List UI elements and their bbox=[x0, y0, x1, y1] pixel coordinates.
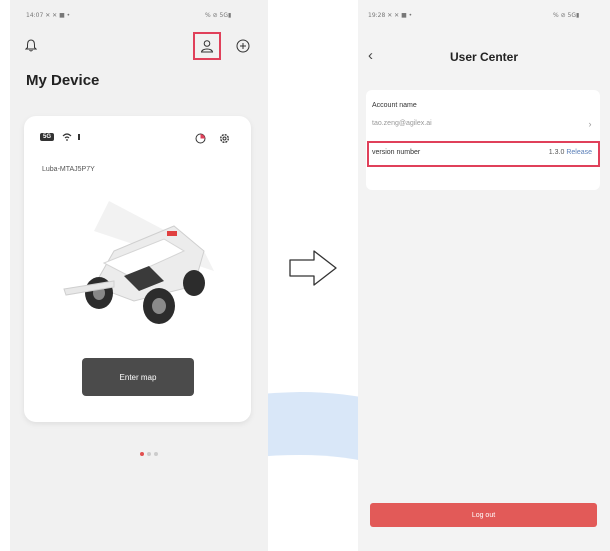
page-title: My Device bbox=[26, 72, 100, 89]
status-bar-right: % ⊘ 5G▮ bbox=[553, 12, 580, 19]
version-row-highlight bbox=[367, 141, 600, 167]
status-bar-right: % ⊘ 5G▮ bbox=[205, 12, 232, 19]
bell-icon[interactable] bbox=[24, 38, 38, 52]
signal-icon bbox=[76, 132, 82, 142]
settings-gear-icon[interactable] bbox=[218, 132, 230, 144]
status-indicator-icon[interactable] bbox=[194, 132, 206, 144]
chevron-right-icon[interactable]: › bbox=[586, 119, 594, 129]
pager-dot-active[interactable] bbox=[140, 452, 144, 456]
device-card[interactable]: 5G Luba-MTAJ5P7Y Enter map bbox=[24, 116, 251, 422]
pager-dot[interactable] bbox=[154, 452, 158, 456]
account-panel: Account name tao.zeng@agilex.ai › versio… bbox=[366, 90, 600, 190]
account-name-label: Account name bbox=[372, 102, 417, 109]
phone-screen-user-center: 19:28 ✕ ✕ ■ • % ⊘ 5G▮ ‹ User Center Acco… bbox=[358, 0, 610, 551]
network-badge: 5G bbox=[40, 133, 55, 141]
user-icon-highlight bbox=[193, 32, 221, 60]
plus-circle-icon[interactable] bbox=[235, 38, 250, 53]
wifi-icon bbox=[62, 132, 72, 142]
enter-map-button[interactable]: Enter map bbox=[82, 358, 194, 396]
status-bar-left: 19:28 ✕ ✕ ■ • bbox=[368, 12, 413, 19]
page-title: User Center bbox=[449, 50, 519, 64]
log-out-button[interactable]: Log out bbox=[370, 503, 597, 527]
status-bar-left: 14:07 ✕ ✕ ■ • bbox=[26, 12, 71, 19]
transition-arrow-icon bbox=[289, 250, 337, 286]
device-name: Luba-MTAJ5P7Y bbox=[42, 166, 95, 173]
robot-mower-image bbox=[63, 201, 214, 324]
pager-dots[interactable] bbox=[140, 452, 158, 456]
phone-screen-my-device: 14:07 ✕ ✕ ■ • % ⊘ 5G▮ My Device 5G Luba-… bbox=[10, 0, 268, 551]
pager-dot[interactable] bbox=[147, 452, 151, 456]
account-name-value: tao.zeng@agilex.ai bbox=[372, 120, 432, 127]
